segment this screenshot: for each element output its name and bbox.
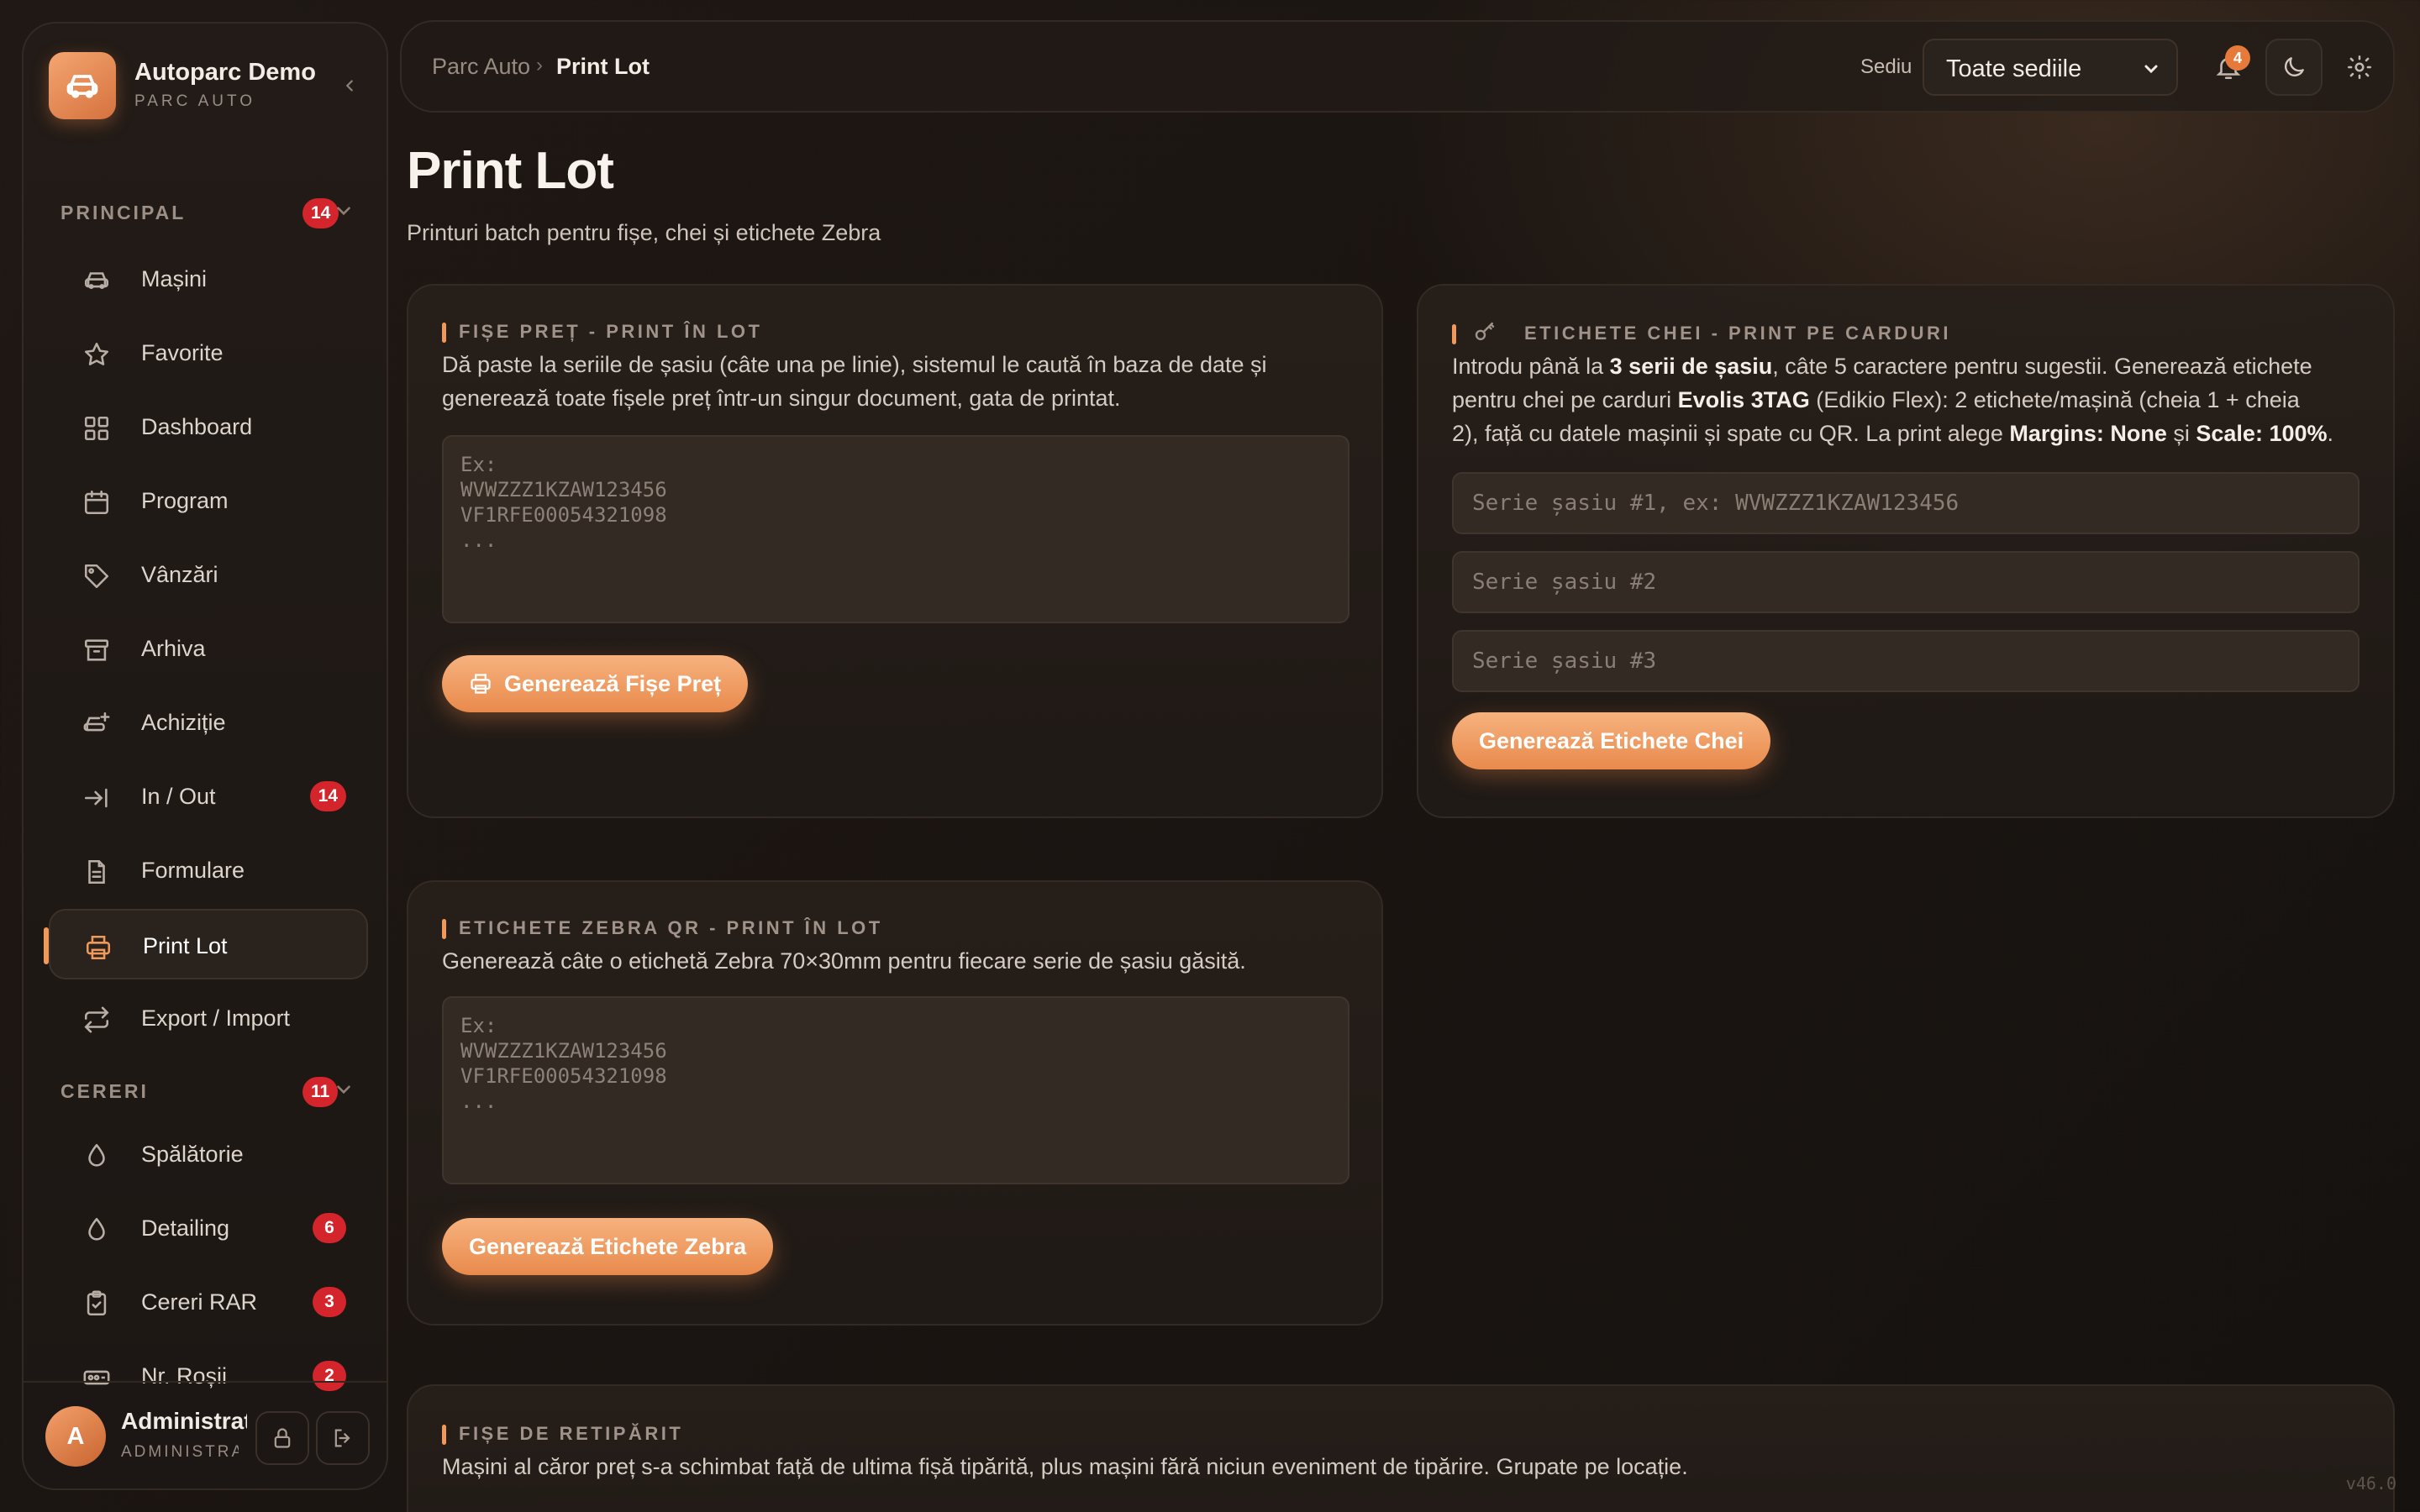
notifications-button[interactable]: 4 — [2200, 39, 2257, 96]
chevron-down-icon — [337, 207, 350, 216]
breadcrumb-current: Print Lot — [556, 54, 650, 79]
tag-icon — [84, 564, 109, 589]
card-title: ETICHETE ZEBRA QR - PRINT ÎN LOT — [442, 917, 883, 939]
fise-pret-textarea[interactable]: Ex: WVWZZZ1KZAW123456 VF1RFE00054321098 … — [442, 435, 1349, 623]
serie-sasiu-2-input[interactable]: Serie șasiu #2 — [1452, 551, 2360, 613]
card-title: ETICHETE CHEI - PRINT PE CARDURI — [1452, 322, 1951, 344]
sidebar-item-export-import[interactable]: Export / Import — [49, 983, 368, 1053]
sidebar: Autoparc Demo PARC AUTO PRINCIPAL 14 Maș… — [22, 22, 388, 1490]
zebra-textarea[interactable]: Ex: WVWZZZ1KZAW123456 VF1RFE00054321098 … — [442, 996, 1349, 1184]
chevron-left-icon — [345, 80, 353, 92]
genereaza-etichete-chei-button[interactable]: Generează Etichete Chei — [1452, 712, 1771, 769]
sidebar-item-cereri-rar[interactable]: Cereri RAR 3 — [49, 1267, 368, 1337]
breadcrumb-separator: › — [536, 54, 543, 76]
settings-button[interactable] — [2331, 39, 2388, 96]
card-description: Generează câte o etichetă Zebra 70×30mm … — [442, 948, 1246, 974]
topbar: Parc Auto › Print Lot Sediu Toate sediil… — [400, 20, 2395, 113]
printer-icon — [86, 935, 111, 960]
breadcrumb-root[interactable]: Parc Auto — [432, 54, 530, 80]
section-label: CERERI — [60, 1080, 149, 1102]
user-panel: A Administrator ADMINISTRATOR — [24, 1381, 387, 1488]
logout-button[interactable] — [316, 1411, 370, 1465]
fise-retiparit-card: FIȘE DE RETIPĂRIT Mașini al căror preț s… — [407, 1384, 2395, 1512]
star-icon — [84, 342, 109, 365]
clipboard-check-icon — [87, 1290, 107, 1316]
calendar-icon — [84, 490, 109, 515]
car-logo-icon — [49, 52, 116, 119]
car-icon — [84, 272, 109, 290]
file-text-icon — [88, 859, 105, 885]
sidebar-item-achizitie[interactable]: Achiziție — [49, 687, 368, 758]
sidebar-item-formulare[interactable]: Formulare — [49, 835, 368, 906]
chevron-down-icon — [337, 1085, 350, 1095]
car-plus-icon — [83, 711, 110, 732]
card-title: FIȘE PREȚ - PRINT ÎN LOT — [442, 321, 762, 343]
section-label: PRINCIPAL — [60, 202, 187, 223]
brand-subtitle: PARC AUTO — [134, 92, 256, 110]
sidebar-item-dashboard[interactable]: Dashboard — [49, 391, 368, 462]
card-description: Mașini al căror preț s-a schimbat față d… — [442, 1454, 1688, 1479]
arrow-right-to-line-icon — [84, 788, 108, 808]
sidebar-item-masini[interactable]: Mașini — [49, 244, 368, 314]
sediu-label: Sediu — [1860, 55, 1912, 78]
sidebar-item-favorite[interactable]: Favorite — [49, 318, 368, 388]
droplet-icon — [88, 1217, 105, 1241]
card-description: Introdu până la 3 serii de șasiu, câte 5… — [1452, 354, 2334, 446]
in-out-badge: 14 — [309, 781, 346, 811]
detailing-badge: 6 — [313, 1213, 346, 1243]
logout-icon — [334, 1429, 350, 1447]
sidebar-item-vanzari[interactable]: Vânzări — [49, 539, 368, 610]
collapse-sidebar-button[interactable] — [331, 67, 368, 104]
lock-icon — [274, 1428, 291, 1448]
page-title: Print Lot — [407, 142, 614, 200]
archive-icon — [84, 639, 109, 661]
notification-count-badge: 4 — [2225, 45, 2250, 71]
printer-icon — [471, 674, 491, 694]
serie-sasiu-1-input[interactable]: Serie șasiu #1, ex: WVWZZZ1KZAW123456 — [1452, 472, 2360, 534]
section-principal[interactable]: PRINCIPAL 14 — [60, 195, 355, 232]
sidebar-item-spalatorie[interactable]: Spălătorie — [49, 1119, 368, 1189]
chevron-down-icon — [2144, 65, 2158, 74]
page-subtitle: Printuri batch pentru fișe, chei și etic… — [407, 220, 881, 245]
droplet-icon — [88, 1143, 105, 1167]
sidebar-item-print-lot[interactable]: Print Lot — [44, 909, 368, 979]
section-cereri[interactable]: CERERI 11 — [60, 1074, 355, 1110]
key-icon — [1475, 322, 1495, 340]
theme-toggle-button[interactable] — [2265, 39, 2323, 96]
brand-name: Autoparc Demo — [134, 59, 316, 86]
genereaza-etichete-zebra-button[interactable]: Generează Etichete Zebra — [442, 1218, 774, 1275]
repeat-icon — [84, 1006, 109, 1033]
sidebar-item-in-out[interactable]: In / Out 14 — [49, 761, 368, 832]
fise-pret-card: FIȘE PREȚ - PRINT ÎN LOT Dă paste la ser… — [407, 284, 1383, 818]
avatar[interactable]: A — [45, 1406, 106, 1467]
sidebar-item-arhiva[interactable]: Arhiva — [49, 613, 368, 684]
lock-button[interactable] — [255, 1411, 309, 1465]
user-name: Administrator — [121, 1408, 247, 1434]
version-label: v46.0 — [2345, 1473, 2396, 1494]
genereaza-fise-pret-button[interactable]: Generează Fișe Preț — [442, 655, 749, 712]
card-title: FIȘE DE RETIPĂRIT — [442, 1423, 683, 1445]
brand[interactable]: Autoparc Demo PARC AUTO — [49, 52, 368, 123]
grid-icon — [84, 416, 109, 441]
card-description: Dă paste la seriile de șasiu (câte una p… — [442, 352, 1267, 411]
user-role: ADMINISTRATOR — [121, 1443, 239, 1461]
sidebar-item-detailing[interactable]: Detailing 6 — [49, 1193, 368, 1263]
moon-icon — [2285, 57, 2304, 76]
sidebar-item-program[interactable]: Program — [49, 465, 368, 536]
cereri-rar-badge: 3 — [313, 1287, 346, 1317]
etichete-chei-card: ETICHETE CHEI - PRINT PE CARDURI Introdu… — [1417, 284, 2395, 818]
serie-sasiu-3-input[interactable]: Serie șasiu #3 — [1452, 630, 2360, 692]
sediu-select[interactable]: Toate sediile — [1923, 39, 2178, 96]
settings-icon — [2347, 55, 2372, 80]
etichete-zebra-card: ETICHETE ZEBRA QR - PRINT ÎN LOT Generea… — [407, 880, 1383, 1326]
